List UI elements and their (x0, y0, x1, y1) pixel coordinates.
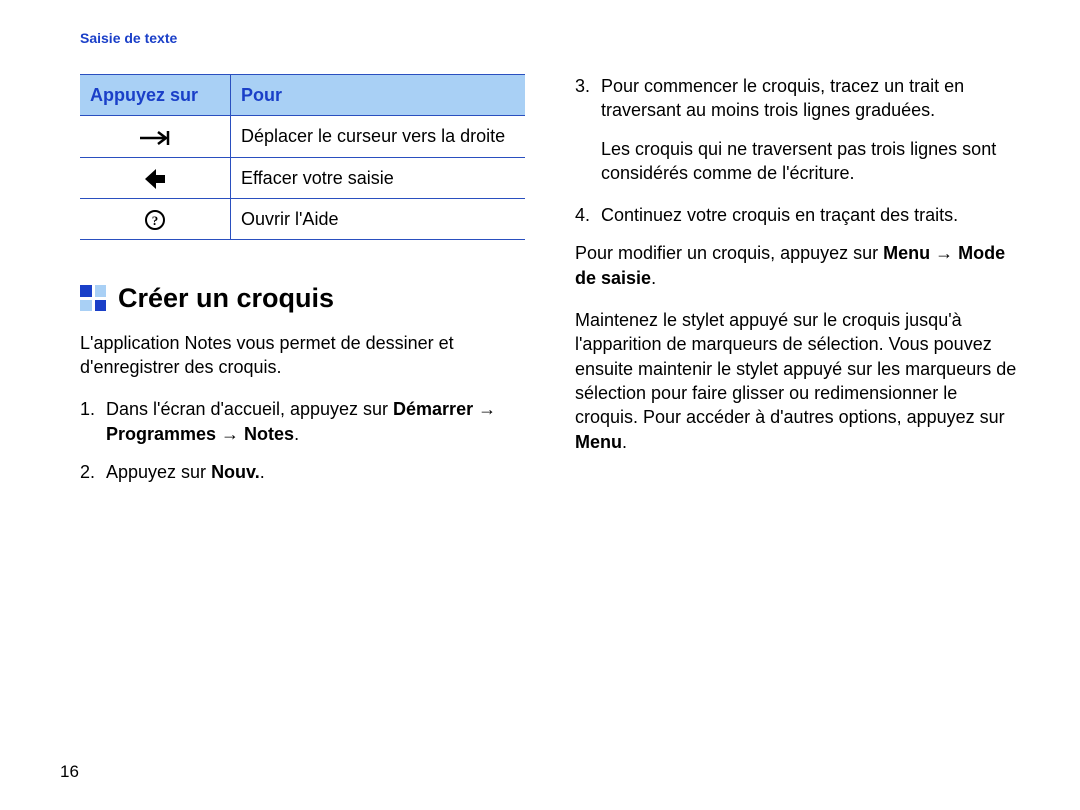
header-section-link[interactable]: Saisie de texte (80, 30, 1020, 46)
arrow-right-long-icon (138, 129, 172, 147)
after-suffix: . (622, 432, 627, 452)
after-para-2: Maintenez le stylet appuyé sur le croqui… (575, 308, 1020, 454)
step-extra: Les croquis qui ne traversent pas trois … (601, 137, 1020, 186)
after-suffix: . (651, 268, 656, 288)
list-item: Pour commencer le croquis, tracez un tra… (575, 74, 1020, 185)
content-columns: Appuyez sur Pour Déplacer le (80, 74, 1020, 498)
steps-list-right: Pour commencer le croquis, tracez un tra… (575, 74, 1020, 227)
after-text: Maintenez le stylet appuyé sur le croqui… (575, 310, 1016, 427)
table-head-keys: Appuyez sur (80, 75, 231, 116)
step-suffix: . (260, 462, 265, 482)
left-column: Appuyez sur Pour Déplacer le (80, 74, 525, 498)
table-row: Effacer votre saisie (80, 157, 525, 198)
svg-text:?: ? (152, 213, 159, 228)
right-column: Pour commencer le croquis, tracez un tra… (575, 74, 1020, 498)
page: Saisie de texte Appuyez sur Pour (0, 0, 1080, 810)
list-item: Appuyez sur Nouv.. (80, 460, 525, 484)
step-text: Pour commencer le croquis, tracez un tra… (601, 76, 964, 120)
step-bold: Nouv. (211, 462, 260, 482)
help-circle-icon: ? (144, 209, 166, 231)
table-head-action: Pour (231, 75, 526, 116)
table-cell-desc: Ouvrir l'Aide (231, 198, 526, 239)
table-cell-desc: Déplacer le curseur vers la droite (231, 116, 526, 157)
step-text: Appuyez sur (106, 462, 211, 482)
table-row: Déplacer le curseur vers la droite (80, 116, 525, 157)
section-intro: L'application Notes vous permet de dessi… (80, 331, 525, 380)
list-item: Dans l'écran d'accueil, appuyez sur Déma… (80, 397, 525, 446)
step-suffix: . (294, 424, 299, 444)
list-item: Continuez votre croquis en traçant des t… (575, 203, 1020, 227)
section-title: Créer un croquis (118, 280, 334, 316)
after-para-1: Pour modifier un croquis, appuyez sur Me… (575, 241, 1020, 290)
page-number: 16 (60, 762, 79, 782)
after-bold: Menu (575, 432, 622, 452)
steps-list-left: Dans l'écran d'accueil, appuyez sur Déma… (80, 397, 525, 484)
after-text: Pour modifier un croquis, appuyez sur (575, 243, 883, 263)
arrow-left-delete-icon (143, 168, 167, 190)
table-row: ? Ouvrir l'Aide (80, 198, 525, 239)
squares-bullet-icon (80, 285, 106, 311)
section-heading: Créer un croquis (80, 280, 525, 316)
step-text: Continuez votre croquis en traçant des t… (601, 205, 958, 225)
shortcut-table: Appuyez sur Pour Déplacer le (80, 74, 525, 240)
table-cell-desc: Effacer votre saisie (231, 157, 526, 198)
step-text: Dans l'écran d'accueil, appuyez sur (106, 399, 393, 419)
